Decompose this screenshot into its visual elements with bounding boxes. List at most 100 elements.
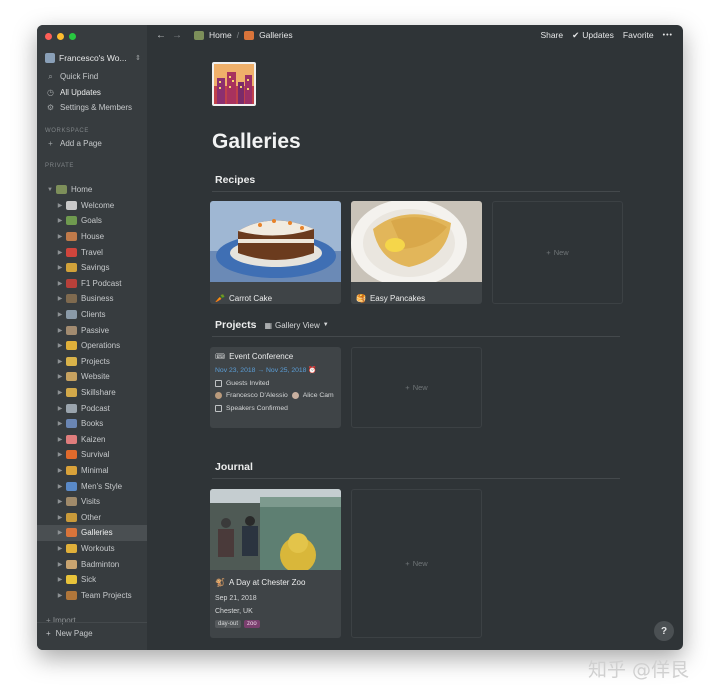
people-list: Francesco D'Alessio Alice Cam [215, 392, 336, 399]
card-title-row: 🎟 Event Conference [215, 352, 336, 361]
sidebar-item-quick-find[interactable]: ⌕ Quick Find [37, 69, 147, 85]
sidebar-item-books[interactable]: ▶ Books [37, 416, 147, 432]
sidebar-item-minimal[interactable]: ▶ Minimal [37, 463, 147, 479]
checkbox-speakers-confirmed[interactable]: Speakers Confirmed [215, 405, 336, 412]
alarm-icon: ⏰ [308, 367, 317, 374]
recipe-card-easy-pancakes[interactable]: 🥞 Easy Pancakes [351, 201, 482, 304]
zoom-window-button[interactable] [69, 33, 76, 40]
caret-right-icon[interactable]: ▶ [56, 217, 64, 224]
caret-right-icon[interactable]: ▶ [56, 420, 64, 427]
caret-right-icon[interactable]: ▶ [56, 233, 64, 240]
sidebar-item-operations[interactable]: ▶ Operations [37, 338, 147, 354]
workspace-switcher[interactable]: Francesco's Wo... ⇕ [45, 53, 141, 63]
sidebar-item-workouts[interactable]: ▶ Workouts [37, 541, 147, 557]
caret-right-icon[interactable]: ▶ [56, 467, 64, 474]
private-section-label: PRIVATE [45, 163, 74, 170]
caret-right-icon[interactable]: ▶ [56, 249, 64, 256]
new-page-button[interactable]: + New Page [46, 629, 93, 638]
sidebar-item-men-s-style[interactable]: ▶ Men's Style [37, 478, 147, 494]
sidebar-item-savings[interactable]: ▶ Savings [37, 260, 147, 276]
more-options-icon[interactable]: ••• [663, 32, 673, 39]
caret-right-icon[interactable]: ▶ [56, 389, 64, 396]
caret-right-icon[interactable]: ▶ [56, 373, 64, 380]
journal-title[interactable]: Journal [215, 461, 253, 473]
sidebar-item-goals[interactable]: ▶ Goals [37, 213, 147, 229]
breadcrumb-home[interactable]: Home [209, 30, 232, 40]
caret-right-icon[interactable]: ▶ [56, 561, 64, 568]
share-button[interactable]: Share [540, 30, 563, 40]
new-label: New [412, 559, 428, 568]
project-card-event-conference[interactable]: 🎟 Event Conference Nov 23, 2018 → Nov 25… [210, 347, 341, 428]
favorite-button[interactable]: Favorite [623, 30, 654, 40]
caret-right-icon[interactable]: ▶ [56, 405, 64, 412]
view-switcher[interactable]: ▦ Gallery View ▼ [264, 321, 328, 330]
new-recipe-button[interactable]: + New [492, 201, 623, 304]
caret-right-icon[interactable]: ▶ [56, 514, 64, 521]
sidebar-item-podcast[interactable]: ▶ Podcast [37, 400, 147, 416]
sidebar-item-other[interactable]: ▶ Other [37, 509, 147, 525]
caret-right-icon[interactable]: ▶ [56, 592, 64, 599]
caret-right-icon[interactable]: ▶ [56, 483, 64, 490]
sidebar-item-galleries[interactable]: ▶ Galleries [37, 525, 147, 541]
caret-down-icon[interactable]: ▼ [46, 187, 54, 193]
add-page-button[interactable]: + Add a Page [37, 136, 147, 152]
sidebar-item-passive[interactable]: ▶ Passive [37, 322, 147, 338]
caret-right-icon[interactable]: ▶ [56, 436, 64, 443]
sidebar-item-website[interactable]: ▶ Website [37, 369, 147, 385]
sidebar-item-welcome[interactable]: ▶ Welcome [37, 198, 147, 214]
page-icon-city[interactable] [212, 62, 256, 106]
sidebar-item-label: Books [81, 419, 104, 429]
sidebar-item-travel[interactable]: ▶ Travel [37, 244, 147, 260]
forward-arrow-icon[interactable]: → [172, 30, 182, 41]
caret-right-icon[interactable]: ▶ [56, 202, 64, 209]
avatar [291, 392, 299, 399]
sidebar-item-house[interactable]: ▶ House [37, 229, 147, 245]
caret-right-icon[interactable]: ▶ [56, 529, 64, 536]
page-emoji-icon [66, 310, 77, 320]
caret-right-icon[interactable]: ▶ [56, 358, 64, 365]
sidebar-item-projects[interactable]: ▶ Projects [37, 354, 147, 370]
sidebar-item-f1-podcast[interactable]: ▶ F1 Podcast [37, 276, 147, 292]
caret-right-icon[interactable]: ▶ [56, 295, 64, 302]
updates-button[interactable]: ✔ Updates [572, 30, 614, 41]
sidebar-item-sick[interactable]: ▶ Sick [37, 572, 147, 588]
caret-right-icon[interactable]: ▶ [56, 327, 64, 334]
close-window-button[interactable] [45, 33, 52, 40]
sidebar-item-all-updates[interactable]: ◷ All Updates [37, 85, 147, 101]
sidebar-item-settings[interactable]: ⚙ Settings & Members [37, 100, 147, 116]
new-journal-button[interactable]: + New [351, 489, 482, 638]
recipe-card-carrot-cake[interactable]: 🥕 Carrot Cake [210, 201, 341, 304]
sidebar-item-kaizen[interactable]: ▶ Kaizen [37, 432, 147, 448]
projects-title[interactable]: Projects [215, 319, 256, 331]
sidebar-item-label: Savings [81, 263, 110, 273]
sidebar-item-home[interactable]: ▼ Home [37, 182, 147, 198]
divider [212, 191, 620, 192]
caret-right-icon[interactable]: ▶ [56, 280, 64, 287]
sidebar-item-visits[interactable]: ▶ Visits [37, 494, 147, 510]
caret-right-icon[interactable]: ▶ [56, 264, 64, 271]
breadcrumb-galleries[interactable]: Galleries [259, 30, 293, 40]
sidebar-item-skillshare[interactable]: ▶ Skillshare [37, 385, 147, 401]
workspace-section-label: WORKSPACE [45, 127, 89, 134]
checkbox-guests-invited[interactable]: Guests Invited [215, 380, 336, 387]
caret-right-icon[interactable]: ▶ [56, 498, 64, 505]
sidebar-item-business[interactable]: ▶ Business [37, 291, 147, 307]
import-button[interactable]: + Import [46, 616, 76, 625]
sidebar-item-team-projects[interactable]: ▶ Team Projects [37, 587, 147, 603]
recipes-title[interactable]: Recipes [215, 174, 255, 186]
minimize-window-button[interactable] [57, 33, 64, 40]
sidebar-top-menu: ⌕ Quick Find ◷ All Updates ⚙ Settings & … [37, 69, 147, 170]
journal-card-chester-zoo[interactable]: 🐒 A Day at Chester Zoo Sep 21, 2018 Ches… [210, 489, 341, 638]
caret-right-icon[interactable]: ▶ [56, 576, 64, 583]
caret-right-icon[interactable]: ▶ [56, 311, 64, 318]
caret-right-icon[interactable]: ▶ [56, 545, 64, 552]
help-button[interactable]: ? [654, 621, 674, 641]
caret-right-icon[interactable]: ▶ [56, 342, 64, 349]
plus-icon: + [546, 248, 551, 257]
new-project-button[interactable]: + New [351, 347, 482, 428]
sidebar-item-badminton[interactable]: ▶ Badminton [37, 556, 147, 572]
sidebar-item-survival[interactable]: ▶ Survival [37, 447, 147, 463]
back-arrow-icon[interactable]: ← [156, 30, 166, 41]
caret-right-icon[interactable]: ▶ [56, 451, 64, 458]
sidebar-item-clients[interactable]: ▶ Clients [37, 307, 147, 323]
